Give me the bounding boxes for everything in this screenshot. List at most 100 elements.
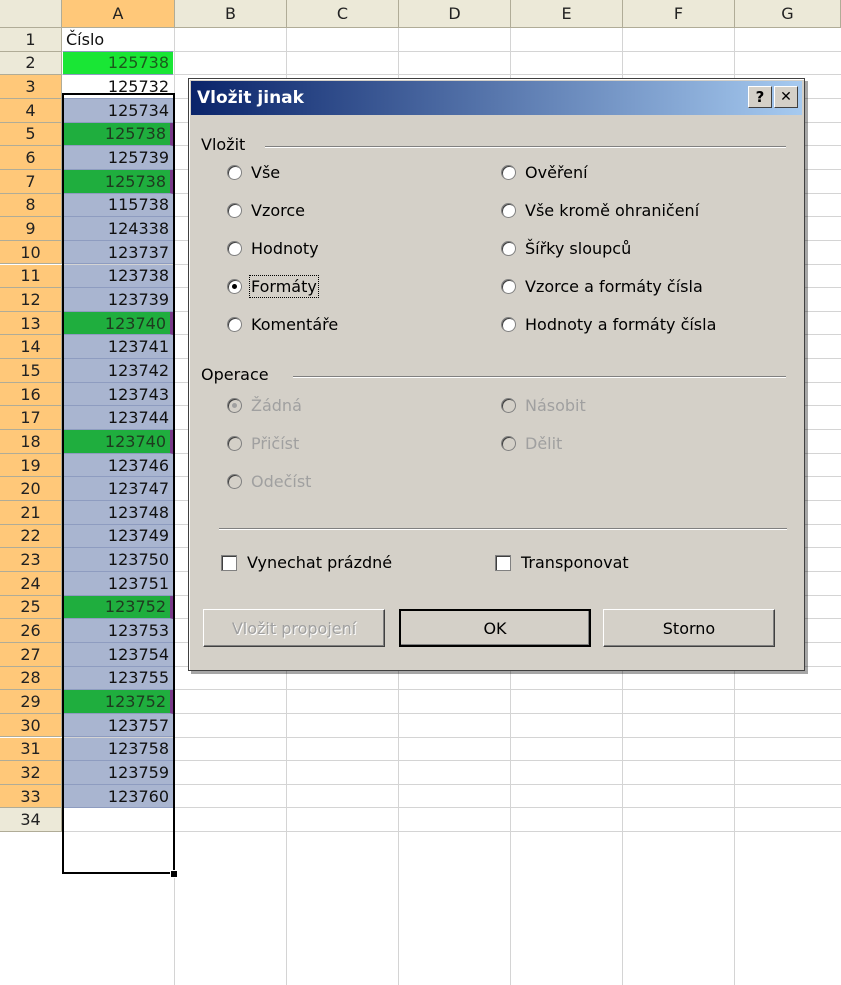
- paste-left-option-0[interactable]: Vše: [227, 163, 280, 182]
- row-header[interactable]: 5: [0, 122, 62, 147]
- paste-right-option-4[interactable]: Hodnoty a formáty čísla: [501, 315, 716, 334]
- cell-a1-header[interactable]: Číslo: [63, 28, 173, 52]
- cell-a[interactable]: 123747: [63, 477, 173, 501]
- skip-blanks-checkbox[interactable]: Vynechat prázdné: [221, 553, 392, 572]
- column-header-e[interactable]: E: [511, 0, 623, 28]
- column-header-d[interactable]: D: [399, 0, 511, 28]
- cell-a[interactable]: 123752: [63, 690, 173, 714]
- row-header[interactable]: 21: [0, 501, 62, 525]
- row-header[interactable]: 28: [0, 666, 62, 691]
- cell-a[interactable]: 123746: [63, 453, 173, 478]
- cell-a[interactable]: 123752: [63, 595, 173, 620]
- cell-a[interactable]: 125732: [63, 75, 173, 99]
- select-all-corner[interactable]: [0, 0, 62, 28]
- cell-a[interactable]: 123737: [63, 240, 173, 265]
- radio-button[interactable]: [501, 165, 516, 180]
- radio-button[interactable]: [501, 317, 516, 332]
- cell-a[interactable]: 125734: [63, 98, 173, 123]
- cell-a[interactable]: 124338: [63, 217, 173, 241]
- cell-a[interactable]: 123739: [63, 288, 173, 312]
- cell-a[interactable]: 123740: [63, 311, 173, 336]
- checkbox-box[interactable]: [221, 554, 237, 571]
- radio-button[interactable]: [227, 279, 242, 294]
- cancel-button[interactable]: Storno: [603, 609, 775, 647]
- cell-a[interactable]: 125738: [63, 51, 173, 76]
- cell-a[interactable]: 125738: [63, 122, 173, 147]
- row-header[interactable]: 24: [0, 571, 62, 596]
- row-header[interactable]: 33: [0, 784, 62, 809]
- row-header[interactable]: 30: [0, 713, 62, 738]
- cell-a[interactable]: 123750: [63, 548, 173, 572]
- radio-button[interactable]: [501, 241, 516, 256]
- cell-a[interactable]: 123743: [63, 382, 173, 407]
- row-header[interactable]: 27: [0, 642, 62, 667]
- cell-a[interactable]: 123749: [63, 524, 173, 549]
- paste-left-option-2[interactable]: Hodnoty: [227, 239, 319, 258]
- cell-a[interactable]: 123741: [63, 335, 173, 360]
- radio-button[interactable]: [227, 165, 242, 180]
- radio-button[interactable]: [227, 241, 242, 256]
- row-header[interactable]: 34: [0, 808, 62, 833]
- row-header[interactable]: 13: [0, 311, 62, 336]
- row-header[interactable]: 7: [0, 169, 62, 194]
- checkbox-box[interactable]: [495, 554, 511, 571]
- cell-a[interactable]: 123740: [63, 430, 173, 454]
- row-header[interactable]: 9: [0, 217, 62, 241]
- row-header[interactable]: 26: [0, 619, 62, 643]
- row-header[interactable]: 16: [0, 382, 62, 407]
- cell-a[interactable]: 123754: [63, 642, 173, 667]
- fill-handle[interactable]: [170, 870, 178, 878]
- row-header[interactable]: 23: [0, 548, 62, 572]
- cell-a[interactable]: 123757: [63, 713, 173, 738]
- row-header[interactable]: 3: [0, 75, 62, 99]
- row-header[interactable]: 1: [0, 28, 62, 52]
- column-header-b[interactable]: B: [175, 0, 287, 28]
- paste-left-option-3[interactable]: Formáty: [227, 275, 319, 298]
- cell-a[interactable]: 123744: [63, 406, 173, 431]
- cell-a[interactable]: 123759: [63, 761, 173, 785]
- column-header-g[interactable]: G: [735, 0, 841, 28]
- row-header[interactable]: 12: [0, 288, 62, 312]
- transpose-checkbox[interactable]: Transponovat: [495, 553, 629, 572]
- cell-a[interactable]: 125738: [63, 169, 173, 194]
- cell-a[interactable]: 125739: [63, 146, 173, 170]
- row-header[interactable]: 14: [0, 335, 62, 360]
- row-header[interactable]: 19: [0, 453, 62, 478]
- column-header-f[interactable]: F: [623, 0, 735, 28]
- row-header[interactable]: 8: [0, 193, 62, 218]
- row-header[interactable]: 32: [0, 761, 62, 785]
- cell-a[interactable]: 123748: [63, 501, 173, 525]
- dialog-titlebar[interactable]: Vložit jinak ? ✕: [191, 81, 802, 115]
- paste-right-option-2[interactable]: Šířky sloupců: [501, 239, 631, 258]
- paste-link-button[interactable]: Vložit propojení: [203, 609, 385, 647]
- column-header-a[interactable]: A: [62, 0, 175, 28]
- cell-a[interactable]: 123742: [63, 359, 173, 383]
- row-header[interactable]: 17: [0, 406, 62, 431]
- row-header[interactable]: 22: [0, 524, 62, 549]
- cell-a[interactable]: 123758: [63, 737, 173, 762]
- row-header[interactable]: 18: [0, 430, 62, 454]
- paste-right-option-3[interactable]: Vzorce a formáty čísla: [501, 277, 703, 296]
- row-header[interactable]: 2: [0, 51, 62, 76]
- row-header[interactable]: 11: [0, 264, 62, 289]
- paste-left-option-4[interactable]: Komentáře: [227, 315, 338, 334]
- cell-a[interactable]: 115738: [63, 193, 173, 218]
- row-header[interactable]: 25: [0, 595, 62, 620]
- cell-a[interactable]: 123751: [63, 571, 173, 596]
- paste-right-option-1[interactable]: Vše kromě ohraničení: [501, 201, 699, 220]
- cell-a[interactable]: 123760: [63, 784, 173, 809]
- row-header[interactable]: 15: [0, 359, 62, 383]
- cell-a[interactable]: 123755: [63, 666, 173, 691]
- close-button[interactable]: ✕: [774, 86, 798, 108]
- row-header[interactable]: 6: [0, 146, 62, 170]
- row-header[interactable]: 4: [0, 98, 62, 123]
- radio-button[interactable]: [227, 317, 242, 332]
- radio-button[interactable]: [501, 203, 516, 218]
- cell-a[interactable]: 123738: [63, 264, 173, 289]
- ok-button[interactable]: OK: [399, 609, 591, 647]
- row-header[interactable]: 29: [0, 690, 62, 714]
- radio-button[interactable]: [227, 203, 242, 218]
- row-header[interactable]: 20: [0, 477, 62, 501]
- row-header[interactable]: 31: [0, 737, 62, 762]
- radio-button[interactable]: [501, 279, 516, 294]
